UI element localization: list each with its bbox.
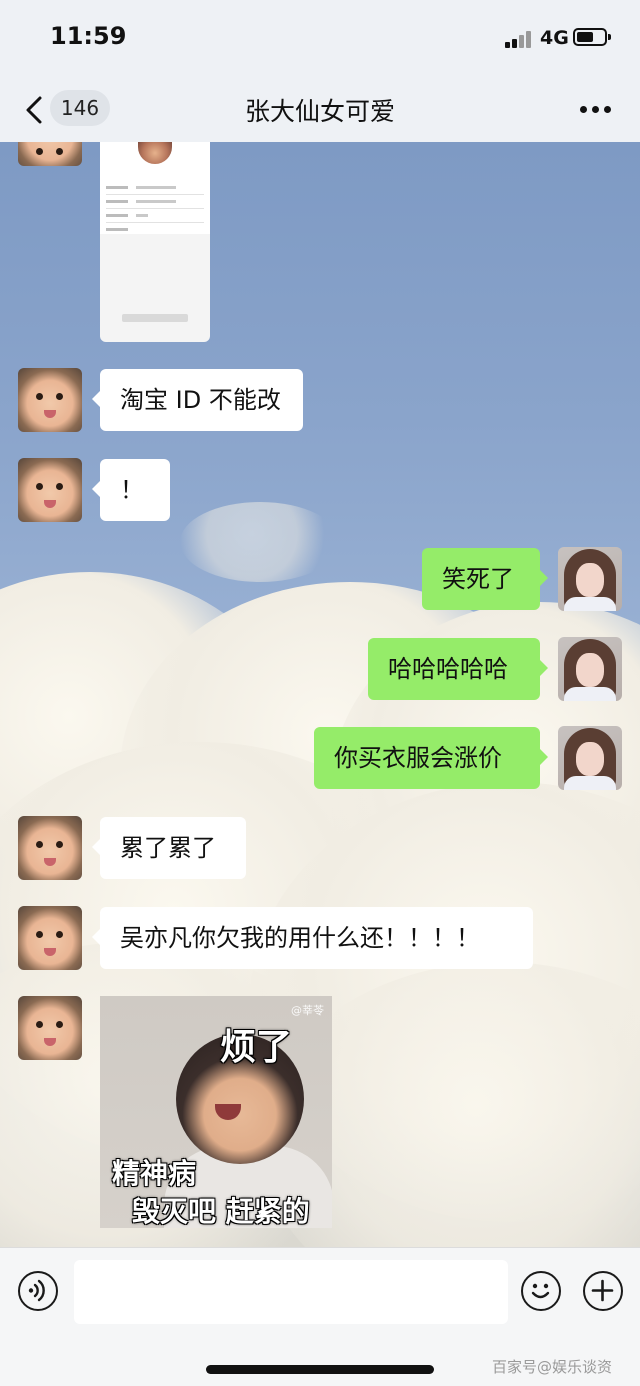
contact-avatar[interactable] xyxy=(18,368,82,432)
message-input[interactable] xyxy=(74,1260,508,1324)
source-watermark: 百家号@娱乐谈资 xyxy=(492,1358,613,1376)
plus-icon xyxy=(591,1279,614,1302)
voice-input-button[interactable] xyxy=(18,1271,58,1311)
more-options-icon[interactable] xyxy=(580,106,612,114)
incoming-message[interactable]: 淘宝 ID 不能改 xyxy=(92,369,303,431)
my-avatar[interactable] xyxy=(558,547,622,611)
my-avatar[interactable] xyxy=(558,637,622,701)
sticker-message[interactable]: @莘苓 烦了 精神病 毁灭吧 赶紧的 xyxy=(100,996,332,1228)
outgoing-message[interactable]: 你买衣服会涨价 xyxy=(314,727,548,789)
sticker-caption-line2: 毁灭吧 赶紧的 xyxy=(132,1195,310,1228)
sticker-caption-line1: 精神病 xyxy=(112,1157,197,1190)
emoji-button[interactable] xyxy=(521,1271,561,1311)
network-type: 4G xyxy=(540,27,569,49)
my-avatar[interactable] xyxy=(558,726,622,790)
contact-avatar[interactable] xyxy=(18,458,82,522)
input-bar: 百家号@娱乐谈资 xyxy=(0,1247,640,1386)
voice-icon xyxy=(28,1279,45,1302)
battery-icon xyxy=(573,28,611,46)
status-time: 11:59 xyxy=(50,22,127,50)
outgoing-message[interactable]: 哈哈哈哈哈 xyxy=(368,638,548,700)
sticker-top-text: 烦了 xyxy=(220,1027,293,1068)
unread-count-badge[interactable]: 146 xyxy=(50,90,110,126)
signal-icon xyxy=(505,30,535,48)
back-chevron-icon[interactable] xyxy=(22,94,48,126)
contact-avatar[interactable] xyxy=(18,996,82,1060)
screenshot-image-message[interactable] xyxy=(100,142,210,342)
contact-avatar[interactable] xyxy=(18,816,82,880)
more-functions-button[interactable] xyxy=(583,1271,623,1311)
status-bar: 11:59 4G xyxy=(0,0,640,78)
contact-avatar[interactable] xyxy=(18,906,82,970)
outgoing-message[interactable]: 笑死了 xyxy=(422,548,548,610)
home-indicator[interactable] xyxy=(206,1365,434,1374)
incoming-message[interactable]: 累了累了 xyxy=(92,817,246,879)
smiley-icon xyxy=(531,1283,550,1299)
sticker-watermark: @莘苓 xyxy=(291,1004,324,1017)
incoming-message[interactable]: ！ xyxy=(92,459,170,521)
incoming-message[interactable]: 吴亦凡你欠我的用什么还！！！！ xyxy=(92,907,533,969)
chat-header: 张大仙女可爱 146 xyxy=(0,78,640,142)
